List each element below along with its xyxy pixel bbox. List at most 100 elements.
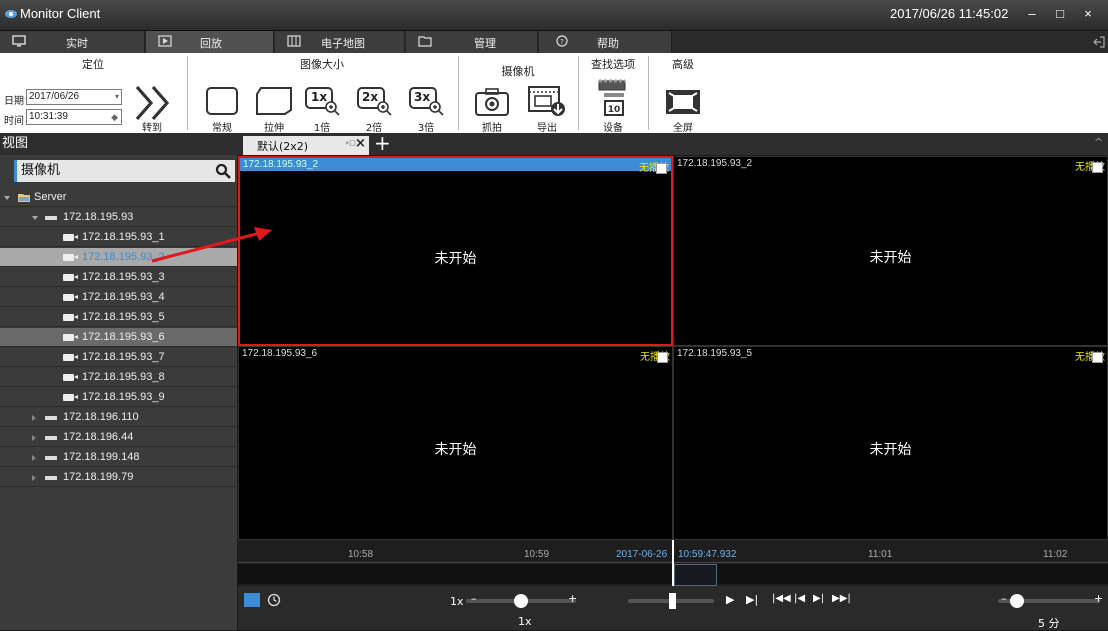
video-cell[interactable]: 172.18.195.93_2 无播放 未开始 xyxy=(673,156,1108,346)
tree-node-server-root[interactable]: Server xyxy=(0,188,237,207)
camera-icon xyxy=(63,294,78,301)
tree-node-camera[interactable]: 172.18.195.93_8 xyxy=(0,368,237,387)
tab-playback[interactable]: 回放 xyxy=(146,31,274,53)
timeline-range[interactable] xyxy=(674,564,717,586)
tab-manage-label: 管理 xyxy=(474,37,496,50)
skip-end-icon[interactable]: ▶▶| xyxy=(832,593,851,604)
device-icon[interactable]: 10 xyxy=(595,77,633,117)
spin-icon[interactable]: ◆ xyxy=(111,110,118,124)
video-grid: 172.18.195.93_2 无播放 未开始 172.18.195.93_2 … xyxy=(238,156,1108,540)
camera-icon xyxy=(63,254,78,261)
view-tab-label: 默认(2x2) xyxy=(257,140,309,153)
tree-node-camera[interactable]: 172.18.195.93_5 xyxy=(0,308,237,327)
tree-node-server[interactable]: 172.18.196.44 xyxy=(0,428,237,447)
skip-start-icon[interactable]: |◀◀ xyxy=(772,593,791,604)
view-tab-default[interactable]: 默认(2x2) »□ × xyxy=(243,136,369,155)
tree-node-camera[interactable]: 172.18.195.93_6 xyxy=(0,328,237,347)
timeline[interactable]: 10:58 10:59 2017-06-26 10:59:47.932 11:0… xyxy=(238,540,1108,586)
zoom-plus[interactable]: + xyxy=(1094,592,1103,605)
tab-help[interactable]: ? 帮助 xyxy=(539,31,672,53)
timeline-cursor[interactable] xyxy=(672,540,674,586)
advanced-group-title: 高级 xyxy=(672,58,694,71)
tab-playback-label: 回放 xyxy=(200,37,222,50)
clock: 2017/06/26 11:45:02 xyxy=(890,6,1009,21)
tree-node-server[interactable]: 172.18.199.148 xyxy=(0,448,237,467)
expand-icon[interactable] xyxy=(4,196,10,203)
tab-live[interactable]: 实时 xyxy=(0,31,145,53)
stretch-icon[interactable] xyxy=(255,86,293,116)
zoom-minus[interactable]: – xyxy=(1001,592,1007,605)
speed-plus[interactable]: + xyxy=(568,592,577,605)
tree-node-camera[interactable]: 172.18.195.93_4 xyxy=(0,288,237,307)
logout-icon[interactable] xyxy=(1092,35,1106,49)
tree-node-server[interactable]: 172.18.199.79 xyxy=(0,468,237,487)
step-forward-icon[interactable]: ▶| xyxy=(746,593,758,606)
fullscreen-icon[interactable] xyxy=(664,88,702,116)
expand-icon[interactable] xyxy=(32,435,36,441)
tree-node-camera[interactable]: 172.18.195.93_7 xyxy=(0,348,237,367)
date-field[interactable]: 2017/06/26 ▾ xyxy=(26,89,122,105)
expand-icon[interactable] xyxy=(32,475,36,481)
cursor-date: 2017-06-26 xyxy=(616,549,668,560)
tree-node-server[interactable]: 172.18.196.110 xyxy=(0,408,237,427)
time-field[interactable]: 10:31:39 ◆ xyxy=(26,109,122,125)
zoom-2x-icon[interactable]: 2x xyxy=(356,86,392,116)
camera-icon xyxy=(63,234,78,241)
next-frame-icon[interactable]: ▶| xyxy=(813,593,824,604)
zoom-1x-label: 1倍 xyxy=(313,123,331,134)
chevron-down-icon[interactable]: ▾ xyxy=(115,90,119,104)
expand-icon[interactable] xyxy=(32,455,36,461)
clock-icon[interactable] xyxy=(267,593,281,607)
ribbon-toolbar: 定位 日期 2017/06/26 ▾ 时间 10:31:39 ◆ 转到 图像大小… xyxy=(0,53,719,134)
minimize-button[interactable]: – xyxy=(1022,6,1042,22)
goto-button-label[interactable]: 转到 xyxy=(142,119,162,134)
cell-checkbox[interactable] xyxy=(1092,162,1103,173)
normal-size-icon[interactable] xyxy=(205,86,239,116)
tree-label: 172.18.195.93_8 xyxy=(82,371,165,383)
tab-emap[interactable]: 电子地图 xyxy=(275,31,405,53)
tree-node-camera[interactable]: 172.18.195.93_9 xyxy=(0,388,237,407)
play-icon[interactable]: ▶ xyxy=(726,593,734,606)
snapshot-icon[interactable] xyxy=(474,87,510,117)
add-view-button[interactable]: + xyxy=(374,131,391,155)
camera-icon xyxy=(63,314,78,321)
tick-label: 11:02 xyxy=(1043,549,1068,560)
sync-icon[interactable] xyxy=(244,593,260,607)
video-cell[interactable]: 172.18.195.93_6 无播放 未开始 xyxy=(238,346,673,540)
cell-checkbox[interactable] xyxy=(656,163,667,174)
playback-controls: 1x – + 1x ▶ ▶| |◀◀ |◀ ▶| ▶▶| – + 5 分 xyxy=(238,586,1108,630)
tab-manage[interactable]: 管理 xyxy=(406,31,538,53)
zoom-3x-icon[interactable]: 3x xyxy=(408,86,444,116)
image-size-group-title: 图像大小 xyxy=(300,58,344,71)
prev-frame-icon[interactable]: |◀ xyxy=(794,593,805,604)
video-cell[interactable]: 172.18.195.93_5 无播放 未开始 xyxy=(673,346,1108,540)
cell-checkbox[interactable] xyxy=(657,352,668,363)
maximize-button[interactable]: □ xyxy=(1050,6,1070,22)
server-icon xyxy=(45,436,57,440)
close-tab-icon[interactable]: × xyxy=(355,136,366,151)
tree-node-camera[interactable]: 172.18.195.93_3 xyxy=(0,268,237,287)
zoom-1x-text: 1x xyxy=(311,90,328,104)
speed-slider-thumb[interactable] xyxy=(514,594,528,608)
zoom-slider-thumb[interactable] xyxy=(1010,594,1024,608)
drag-arrow-annotation xyxy=(151,227,272,263)
collapse-ribbon-icon[interactable]: ^ xyxy=(1094,136,1103,149)
expand-icon[interactable] xyxy=(32,216,38,223)
cell-title: 172.18.195.93_5 xyxy=(677,348,753,359)
expand-icon[interactable] xyxy=(32,415,36,421)
tree-label: 172.18.195.93_4 xyxy=(82,291,165,303)
server-icon xyxy=(45,216,57,220)
server-icon xyxy=(45,476,57,480)
export-icon[interactable] xyxy=(527,85,567,117)
cell-checkbox[interactable] xyxy=(1092,352,1103,363)
video-cell-selected[interactable]: 172.18.195.93_2 无播放 未开始 xyxy=(238,156,673,346)
goto-arrow-icon[interactable] xyxy=(133,83,175,123)
speed-minus[interactable]: – xyxy=(471,592,477,605)
date-value: 2017/06/26 xyxy=(29,91,80,102)
close-button[interactable]: × xyxy=(1078,6,1098,22)
zoom-1x-icon[interactable]: 1x xyxy=(304,86,340,116)
search-icon[interactable] xyxy=(215,163,231,179)
camera-search-box[interactable]: 摄像机 xyxy=(14,160,235,182)
jog-slider-thumb[interactable] xyxy=(669,593,676,609)
tree-label: 172.18.195.93_3 xyxy=(82,271,165,283)
